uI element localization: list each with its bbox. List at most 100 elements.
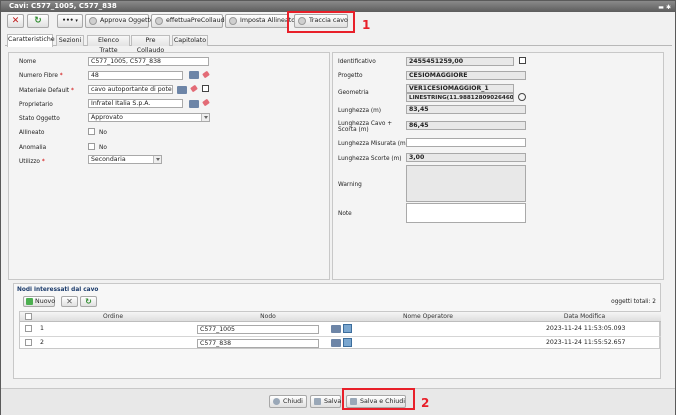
lunghezza-misurata-field[interactable] <box>406 138 526 147</box>
approve-object-button[interactable]: Approva Oggetto <box>85 14 154 28</box>
callout-number-2: 2 <box>421 396 430 410</box>
eraser-icon[interactable] <box>189 85 199 93</box>
tab-sezioni[interactable]: Sezioni <box>56 35 84 46</box>
refresh-icon[interactable]: ↻ <box>80 296 97 307</box>
identificativo-field: 2455451259,00 <box>406 57 514 66</box>
stato-label: Stato Oggetto <box>19 116 60 122</box>
tab-bar: Caratteristiche Sezioni Elenco Tratte Pr… <box>5 34 672 54</box>
tab-caratteristiche[interactable]: Caratteristiche <box>7 34 55 47</box>
row-nodo-field[interactable]: C577_1005 <box>197 325 319 334</box>
close-icon <box>273 398 280 405</box>
lunghezza-field: 83,45 <box>406 105 526 114</box>
materiale-field[interactable]: cavo autoportante di potenzia <box>88 85 173 94</box>
table-row[interactable]: 1 C577_1005 2023-11-24 11:53:05.093 <box>20 323 661 335</box>
col-nome-operatore[interactable]: Nome Operatore <box>348 312 508 322</box>
external-link-icon[interactable] <box>202 85 209 92</box>
locate-icon[interactable] <box>518 93 526 101</box>
select-all-checkbox[interactable] <box>25 313 32 320</box>
col-nodo[interactable]: Nodo <box>188 312 348 322</box>
geometria-name-field: VER1CESIOMAGGIOR_1 <box>406 84 514 93</box>
approve-icon <box>89 17 97 25</box>
anomalia-label: Anomalia <box>19 145 47 151</box>
nodes-title: Nodi interessati dal cavo <box>17 287 99 293</box>
allineato-checkbox[interactable] <box>88 128 95 135</box>
allineato-value: No <box>99 130 107 136</box>
warning-textarea <box>406 165 526 202</box>
stato-select[interactable]: Approvato <box>88 113 210 122</box>
note-label: Note <box>338 211 352 217</box>
numero-fibre-label: Numero Fibre * <box>19 73 63 79</box>
col-data-modifica[interactable]: Data Modifica <box>508 312 661 322</box>
chevron-down-icon <box>201 114 209 121</box>
more-menu-button[interactable]: ••• ▾ <box>57 14 83 28</box>
keyboard-icon[interactable] <box>189 71 199 79</box>
add-icon <box>26 298 33 305</box>
close-icon[interactable]: ✕ <box>7 14 24 28</box>
allineato-label: Allineato <box>19 130 45 136</box>
row-ordine: 1 <box>40 325 44 332</box>
lunghezza-scorta-label: Lunghezza Cavo + Scorta (m) <box>338 121 393 133</box>
nodes-panel: Nodi interessati dal cavo Nuovo ✕ ↻ ogge… <box>13 283 661 379</box>
eraser-icon[interactable] <box>201 99 211 107</box>
anomalia-checkbox[interactable] <box>88 143 95 150</box>
row-data-modifica: 2023-11-24 11:53:05.093 <box>546 325 626 332</box>
tab-pre-collaudo[interactable]: Pre Collaudo <box>131 35 170 54</box>
nodes-grid: Ordine Nodo Nome Operatore Data Modifica… <box>19 311 661 349</box>
row-data-modifica: 2023-11-24 11:55:52.657 <box>546 339 626 346</box>
action-icon <box>155 17 163 25</box>
warning-label: Warning <box>338 182 362 188</box>
geometria-label: Geometria <box>338 90 369 96</box>
row-nodo-field[interactable]: C577_838 <box>197 339 319 348</box>
tab-capitolato[interactable]: Capitolato <box>172 35 208 46</box>
lunghezza-label: Lunghezza (m) <box>338 108 382 114</box>
refresh-icon[interactable]: ↻ <box>27 14 49 28</box>
numero-fibre-field[interactable]: 48 <box>88 71 183 80</box>
lunghezza-misurata-label: Lunghezza Misurata (m) <box>338 141 408 147</box>
window-controls[interactable]: ▬ ✱ <box>658 2 671 13</box>
utilizzo-select[interactable]: Secondaria <box>88 155 162 164</box>
total-count: oggetti totali: 2 <box>611 299 656 305</box>
eraser-icon[interactable] <box>201 71 211 79</box>
external-link-icon[interactable] <box>519 57 526 64</box>
progetto-field: CESIOMAGGIORE <box>406 71 526 80</box>
keyboard-icon[interactable] <box>331 339 341 347</box>
materiale-label: Materiale Default * <box>19 88 74 94</box>
row-checkbox[interactable] <box>25 325 32 332</box>
anomalia-value: No <box>99 145 107 151</box>
callout-number-1: 1 <box>362 18 371 32</box>
col-ordine[interactable]: Ordine <box>38 312 188 322</box>
save-button[interactable]: Salva <box>310 395 341 408</box>
row-checkbox[interactable] <box>25 339 32 346</box>
table-row[interactable]: 2 C577_838 2023-11-24 11:55:52.657 <box>20 337 661 349</box>
chevron-down-icon <box>153 156 161 163</box>
callout-box-1 <box>287 11 355 33</box>
keyboard-icon[interactable] <box>189 100 199 108</box>
general-info-panel: Nome C577_1005, C577_838 Numero Fibre * … <box>8 52 330 280</box>
keyboard-icon[interactable] <box>331 325 341 333</box>
save-icon <box>314 398 321 405</box>
keyboard-icon[interactable] <box>177 86 187 94</box>
dialog-window: Cavi: C577_1005, C577_838 ▬ ✱ ✕ ↻ ••• ▾ … <box>0 0 676 415</box>
pre-collaudo-button[interactable]: effettuaPreCollaudo <box>151 14 228 28</box>
proprietario-field[interactable]: Infratel Italia S.p.A. <box>88 99 183 108</box>
row-ordine: 2 <box>40 339 44 346</box>
proprietario-label: Proprietario <box>19 102 53 108</box>
node-lookup-icon[interactable] <box>343 324 352 333</box>
node-lookup-icon[interactable] <box>343 338 352 347</box>
nome-label: Nome <box>19 59 37 65</box>
lunghezza-scorta-field: 86,45 <box>406 121 526 130</box>
delete-icon[interactable]: ✕ <box>61 296 78 307</box>
add-node-button[interactable]: Nuovo <box>23 296 55 307</box>
callout-box-2 <box>342 388 415 410</box>
nome-field[interactable]: C577_1005, C577_838 <box>88 57 209 66</box>
note-textarea[interactable] <box>406 203 526 223</box>
window-title: Cavi: C577_1005, C577_838 <box>9 2 117 10</box>
lunghezza-scorte-label: Lunghezza Scorte (m) <box>338 156 402 162</box>
set-aligned-button[interactable]: Imposta Allineato <box>225 14 295 28</box>
dialog-footer: Chiudi Salva Salva e Chiudi <box>1 388 675 415</box>
close-button[interactable]: Chiudi <box>269 395 307 408</box>
tab-elenco-tratte[interactable]: Elenco Tratte <box>87 35 130 54</box>
technical-info-panel: Identificativo 2455451259,00 Progetto CE… <box>332 52 664 280</box>
action-icon <box>229 17 237 25</box>
lunghezza-scorte-field: 3,00 <box>406 153 526 162</box>
